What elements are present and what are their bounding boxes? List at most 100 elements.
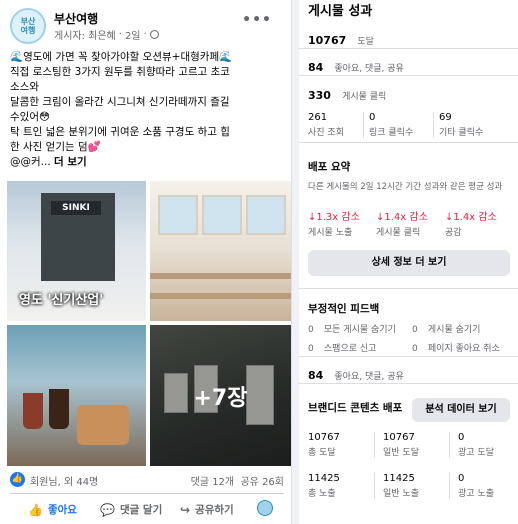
divider xyxy=(363,112,364,138)
distribution-description: 다른 게시물의 2일 12시간 기간 성과와 같은 평균 성과 xyxy=(308,182,503,192)
comment-count[interactable]: 댓글 12개 xyxy=(191,477,235,488)
engagement-number: 84 xyxy=(308,61,324,74)
see-more-details-button[interactable]: 상세 정보 더 보기 xyxy=(308,250,510,276)
more-options-icon[interactable]: ••• xyxy=(242,12,272,28)
insights-panel: 게시물 성과 10767 도달 84 좋아요, 댓글, 공유 330 게시물 클… xyxy=(299,0,518,524)
post-line: 탁 트인 넓은 분위기에 귀여운 소품 구경도 하고 힙 xyxy=(10,126,230,138)
divider xyxy=(10,493,284,494)
shelf-shape xyxy=(150,293,291,299)
post-line-truncated: @@커... xyxy=(10,156,51,168)
clicks-section: 330 게시물 클릭 261 사진 조회 0 링크 클릭수 69 기타 클릭수 xyxy=(299,76,518,143)
clicks-number: 330 xyxy=(308,89,331,102)
click-breakdown-number: 69 xyxy=(439,112,452,123)
dist-label: 게시물 클릭 xyxy=(376,228,421,238)
comment-share-counts: 댓글 12개 공유 26회 xyxy=(191,473,284,488)
post-line: 달콤한 크림이 올라간 시그니쳐 신기라떼까지 즐길 xyxy=(10,96,230,108)
view-analytics-button[interactable]: 분석 데이터 보기 xyxy=(412,398,510,422)
branded-label: 일반 노출 xyxy=(383,489,419,499)
branded-paid-impressions: 0 광고 노출 xyxy=(458,473,494,499)
branded-label: 총 도달 xyxy=(308,448,336,458)
avatar-text-1: 부산 xyxy=(20,17,36,26)
comment-button[interactable]: 💬 댓글 달기 xyxy=(100,502,162,517)
actor-selector[interactable] xyxy=(257,500,273,516)
branded-number: 0 xyxy=(458,432,465,443)
dist-clicks: ↓1.4x 감소 게시물 클릭 xyxy=(376,208,428,238)
click-breakdown-label: 기타 클릭수 xyxy=(439,128,484,138)
reactions-bar: 👍 회원님, 외 44명 댓글 12개 공유 26회 xyxy=(10,471,284,489)
engagement-label: 좋아요, 댓글, 공유 xyxy=(334,64,404,74)
neg-item-unlike-page: 0 페이지 좋아요 취소 xyxy=(412,336,500,355)
neg-label: 스팸으로 신고 xyxy=(323,344,377,354)
building-sign: SINKI xyxy=(51,201,101,215)
share-button[interactable]: ↪ 공유하기 xyxy=(180,502,234,517)
post-header: 부산 여행 부산여행 게시자: 최은혜 · 2일 · ••• xyxy=(10,8,282,44)
post-author[interactable]: 게시자: 최은혜 xyxy=(54,27,116,42)
branded-label: 일반 도달 xyxy=(383,448,419,458)
distribution-section: 배포 요약 다른 게시물의 2일 12시간 기간 성과와 같은 평균 성과 ↓1… xyxy=(299,143,518,289)
negative-feedback-section: 부정적인 피드백 0 모든 게시물 숨기기 0 게시물 숨기기 0 스팸으로 신… xyxy=(299,289,518,357)
click-breakdown-label: 사진 조회 xyxy=(308,128,344,138)
neg-number: 0 xyxy=(308,344,314,354)
branded-number: 0 xyxy=(458,473,465,484)
reaction-names[interactable]: 회원님, 외 44명 xyxy=(30,473,98,488)
insights-title: 게시물 성과 xyxy=(308,4,373,19)
branded-organic-reach: 10767 일반 도달 xyxy=(383,432,419,458)
toast-shape xyxy=(77,405,129,445)
dist-value: 1.4x 감소 xyxy=(384,212,428,223)
more-photos-overlay[interactable]: +7장 xyxy=(150,325,291,466)
page-name[interactable]: 부산여행 xyxy=(54,10,98,27)
branded-number: 10767 xyxy=(308,432,340,443)
post-line-last: @@커... 더 보기 xyxy=(10,155,284,170)
page-avatar[interactable]: 부산 여행 xyxy=(10,8,46,44)
click-breakdown-photo: 261 사진 조회 xyxy=(308,112,344,138)
reach-section: 10767 도달 xyxy=(299,22,518,49)
globe-icon xyxy=(149,30,159,39)
share-icon: ↪ xyxy=(180,502,191,517)
photo-drinks-toast[interactable] xyxy=(7,325,146,466)
post-line: 직접 로스팅한 3가지 원두를 취향따라 고르고 초코 xyxy=(10,66,230,78)
negative-feedback-title: 부정적인 피드백 xyxy=(308,303,380,315)
drink-shape xyxy=(49,389,69,429)
branded-label: 광고 도달 xyxy=(458,448,494,458)
dist-number: ↓1.4x 감소 xyxy=(445,212,497,223)
photo-cafe-interior[interactable] xyxy=(150,181,291,321)
engagement-label: 좋아요, 댓글, 공유 xyxy=(334,372,404,382)
post-line: 소스와 xyxy=(10,81,39,93)
divider xyxy=(433,112,434,138)
photo-building[interactable]: SINKI 영도 '신기산업' xyxy=(7,181,146,321)
window-shape xyxy=(158,195,198,235)
photo-caption: 영도 '신기산업' xyxy=(19,293,104,308)
branded-organic-impressions: 11425 일반 노출 xyxy=(383,473,419,499)
post-time[interactable]: 2일 xyxy=(125,27,141,42)
click-breakdown-link: 0 링크 클릭수 xyxy=(369,112,413,138)
photo-merch-more[interactable]: +7장 xyxy=(150,325,291,466)
like-button[interactable]: 👍 좋아요 xyxy=(28,502,77,517)
branded-content-section: 브랜디드 콘텐츠 배포 분석 데이터 보기 10767 총 도달 10767 일… xyxy=(299,384,518,524)
engagement-section: 84 좋아요, 댓글, 공유 xyxy=(299,49,518,76)
branded-number: 11425 xyxy=(383,473,415,484)
click-breakdown-number: 261 xyxy=(308,112,328,123)
dist-label: 공감 xyxy=(445,228,462,238)
dist-value: 1.3x 감소 xyxy=(316,212,360,223)
neg-number: 0 xyxy=(308,325,314,335)
neg-label: 게시물 숨기기 xyxy=(427,325,481,335)
post-text: 🌊영도에 가면 꼭 찾아가야할 오션뷰+대형카페🌊 직접 로스팅한 3가지 원두… xyxy=(10,50,284,170)
branded-label: 광고 노출 xyxy=(458,489,494,499)
click-breakdown-number: 0 xyxy=(369,112,376,123)
comment-icon: 💬 xyxy=(100,502,115,517)
see-more-link[interactable]: 더 보기 xyxy=(54,156,87,168)
engagement-section-2: 84 좋아요, 댓글, 공유 xyxy=(299,357,518,384)
screen: 부산 여행 부산여행 게시자: 최은혜 · 2일 · ••• 🌊영도에 가면 꼭… xyxy=(0,0,518,524)
dist-number: ↓1.4x 감소 xyxy=(376,212,428,223)
share-label: 공유하기 xyxy=(195,504,234,516)
branded-content-title: 브랜디드 콘텐츠 배포 xyxy=(308,402,403,414)
distribution-title: 배포 요약 xyxy=(308,161,351,173)
avatar-text-2: 여행 xyxy=(20,26,36,35)
divider xyxy=(374,432,375,458)
like-reaction-icon: 👍 xyxy=(10,472,25,487)
like-label: 좋아요 xyxy=(47,504,77,516)
reach-label: 도달 xyxy=(357,37,374,47)
neg-number: 0 xyxy=(412,325,418,335)
dist-reactions: ↓1.4x 감소 공감 xyxy=(445,208,497,238)
share-count[interactable]: 공유 26회 xyxy=(240,477,284,488)
